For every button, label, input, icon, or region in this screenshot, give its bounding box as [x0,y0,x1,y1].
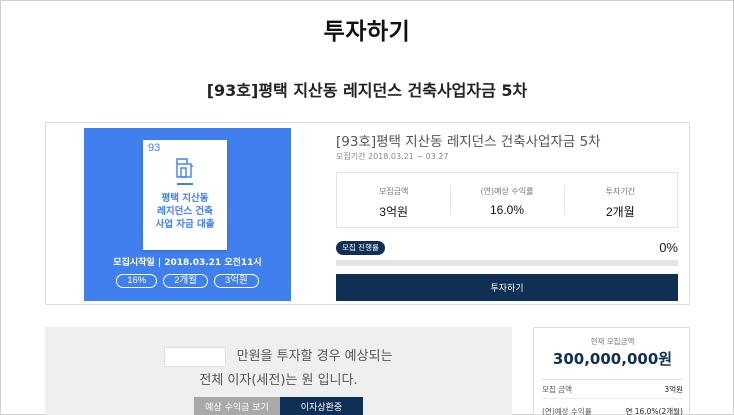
project-info: [93호]평택 지산동 레지던스 건축사업자금 5차 모집기간 2018.03.… [336,123,681,306]
calculator-line-1: 만원을 투자할 경우 예상되는 [45,345,512,367]
interest-schedule-button[interactable]: 이자상환중 [280,397,363,415]
summary-divider [542,398,683,399]
current-amount-label: 현재 모집금액 [590,337,635,346]
expected-return-button[interactable]: 예상 수익금 보기 [194,397,280,415]
stat-target-amount: 모집금액 3억원 [337,173,450,227]
calculator-line-1-text: 만원을 투자할 경우 예상되는 [236,349,393,364]
summary-row-label: (연)예상 수익률 [542,407,592,415]
thumbnail-name-line: 레지던스 건축 [157,206,213,217]
page-title: 투자하기 [323,19,411,45]
project-period: 모집기간 2018.03.21 ~ 03.27 [336,152,449,161]
stat-value: 3억원 [379,205,409,219]
thumbnail-document: 93 평택 지산동 레지던스 건축 사업 자금 대출 [143,140,227,250]
progress-percent: 0% [659,240,678,255]
period-pill: 2개월 [163,274,208,288]
calculator-buttons: 예상 수익금 보기 이자상환중 [194,397,363,415]
summary-divider [542,379,683,380]
stat-investment-period: 투자기간 2개월 [563,173,677,227]
stat-value: 2개월 [605,205,635,219]
invest-button[interactable]: 투자하기 [336,274,678,301]
project-stats: 모집금액 3억원 (연)예상 수익률 16.0% 투자기간 2개월 [336,172,678,228]
amount-pill: 3억원 [214,274,259,288]
thumbnail-start-date: 모집시작일 | 2018.03.21 오전11시 [113,258,262,268]
stat-label: (연)예상 수익률 [480,187,534,196]
rate-pill: 16% [116,274,158,288]
stat-label: 모집금액 [378,187,409,196]
summary-row-value: 연 16.0%(2개월) [625,407,683,415]
summary-row-value: 3억원 [664,385,683,394]
stat-label: 투자기간 [605,187,636,196]
stat-value: 16.0% [489,203,524,217]
thumbnail-divider [177,183,193,185]
thumbnail-name-line: 평택 지산동 [161,193,209,204]
project-card: 93 평택 지산동 레지던스 건축 사업 자금 대출 모집시작일 | 2018.… [45,122,690,305]
funding-summary: 현재 모집금액 300,000,000원 모집 금액 3억원 (연)예상 수익률… [533,327,690,415]
current-amount: 300,000,000원 [552,350,673,368]
summary-row-label: 모집 금액 [542,385,572,394]
return-calculator: 만원을 투자할 경우 예상되는 전체 이자(세전)는 원 입니다. 예상 수익금… [45,327,512,415]
calculator-line-2: 전체 이자(세전)는 원 입니다. [199,373,358,388]
thumbnail-name: 평택 지산동 레지던스 건축 사업 자금 대출 [143,192,227,231]
project-heading: [93호]평택 지산동 레지던스 건축사업자금 5차 [206,81,528,100]
summary-row-target: 모집 금액 3억원 [542,384,683,395]
stat-expected-return: (연)예상 수익률 16.0% [450,173,563,227]
status-badge: 모집 진행률 [336,241,385,255]
thumbnail-number: 93 [148,142,161,154]
building-icon [176,158,194,182]
project-title: [93호]평택 지산동 레지던스 건축사업자금 5차 [336,134,601,150]
progress-bar [336,260,678,266]
project-thumbnail[interactable]: 93 평택 지산동 레지던스 건축 사업 자금 대출 모집시작일 | 2018.… [84,128,291,301]
thumbnail-name-line: 사업 자금 대출 [155,219,215,230]
investment-amount-input[interactable] [164,346,227,367]
summary-row-return: (연)예상 수익률 연 16.0%(2개월) [542,406,683,415]
thumbnail-pills: 16% 2개월 3억원 [84,274,291,288]
